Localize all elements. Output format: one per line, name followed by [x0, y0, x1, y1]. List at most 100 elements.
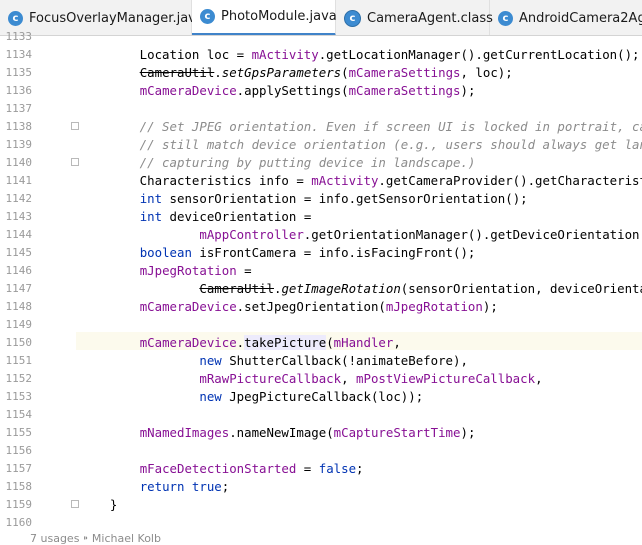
comment-token: // capturing by putting device in landsc… [80, 155, 476, 170]
tab-photomodule[interactable]: c PhotoModule.java × [192, 0, 357, 35]
code-line: mCameraDevice.setJpegOrientation(mJpegRo… [80, 298, 498, 316]
line-number: 1147 [5, 282, 33, 295]
line-number: 1145 [5, 246, 33, 259]
code-token: setGpsParameters [221, 65, 342, 80]
code-line [80, 406, 87, 424]
comment-token: // still match device orientation (e.g.,… [80, 137, 642, 152]
line-number: 1135 [5, 66, 33, 79]
keyword-token: false [318, 461, 357, 476]
keyword-token: boolean [139, 245, 192, 260]
field-token: mCameraSettings [348, 65, 461, 80]
line-number: 1159 [5, 498, 33, 511]
class-icon: c [200, 9, 215, 24]
code-line: mAppController.getOrientationManager().g… [80, 226, 642, 244]
tab-androidcamera2agentimpl[interactable]: c AndroidCamera2AgentImpl [490, 0, 642, 35]
line-number: 1146 [5, 264, 33, 277]
field-token: mActivity [251, 47, 319, 62]
code-token: deviceOrientation = [162, 209, 312, 224]
code-token: .getLocationManager().getCurrentLocation… [318, 47, 640, 62]
usages-inlay-hint[interactable]: 7 usages ⁍ Michael Kolb [30, 532, 161, 545]
fold-marker-icon[interactable] [71, 158, 79, 166]
code-token: . [214, 65, 222, 80]
code-line: boolean isFrontCamera = info.isFacingFro… [80, 244, 476, 262]
code-token: CameraUtil [199, 281, 274, 296]
fold-marker-icon[interactable] [71, 500, 79, 508]
field-token: mAppController [199, 227, 304, 242]
tab-label: AndroidCamera2AgentImpl [519, 10, 642, 26]
tab-cameraagent[interactable]: c CameraAgent.class × [336, 0, 513, 35]
code-line: mNamedImages.nameNewImage(mCaptureStartT… [80, 424, 476, 442]
line-number: 1137 [5, 102, 33, 115]
code-token: ; [356, 461, 364, 476]
line-number: 1138 [5, 120, 33, 133]
field-token: mActivity [311, 173, 379, 188]
code-token: .getCameraProvider().getCharacteristics( [378, 173, 642, 188]
code-line: int sensorOrientation = info.getSensorOr… [80, 190, 528, 208]
line-number: 1144 [5, 228, 33, 241]
editor-tab-bar: c FocusOverlayManager.java × c PhotoModu… [0, 0, 642, 36]
code-token: } [80, 497, 118, 512]
fold-marker-icon[interactable] [71, 122, 79, 130]
line-number: 1156 [5, 444, 33, 457]
code-token: sensorOrientation = info.getSensorOrient… [162, 191, 528, 206]
keyword-token: int [139, 209, 163, 224]
code-token: (sensorOrientation, deviceOrientation [400, 281, 642, 296]
line-number: 1148 [5, 300, 33, 313]
line-number: 1139 [5, 138, 33, 151]
line-number: 1153 [5, 390, 33, 403]
keyword-token: true [191, 479, 222, 494]
code-token: ); [460, 425, 476, 440]
line-number: 1136 [5, 84, 33, 97]
line-number-gutter[interactable]: 1133 1134 1135 1136 1137 1138 1139 1140 1141 1142… [0, 30, 76, 544]
code-line [80, 100, 87, 118]
field-token: mFaceDetectionStarted [139, 461, 297, 476]
code-line: Location loc = mActivity.getLocationMana… [80, 46, 640, 64]
field-token: mJpegRotation [385, 299, 483, 314]
class-icon: c [498, 10, 513, 26]
code-line [80, 442, 87, 460]
line-number: 1133 [5, 30, 33, 43]
code-line: mJpegRotation = [80, 262, 252, 280]
code-token: getImageRotation [281, 281, 401, 296]
line-number: 1151 [5, 354, 33, 367]
line-number: 1142 [5, 192, 33, 205]
code-editor[interactable]: Location loc = mActivity.getLocationMana… [80, 36, 642, 544]
code-token: = [296, 461, 319, 476]
line-number: 1160 [5, 516, 33, 529]
keyword-token: return [139, 479, 185, 494]
code-token: Location loc = [80, 47, 252, 62]
field-token: mCameraDevice [139, 83, 237, 98]
code-token: .nameNewImage( [229, 425, 334, 440]
line-number: 1157 [5, 462, 33, 475]
code-line: mCameraDevice.takePicture(mHandler, [80, 334, 401, 352]
code-token: .applySettings( [236, 83, 349, 98]
code-line: // Set JPEG orientation. Even if screen … [80, 118, 642, 136]
code-token: takePicture [244, 335, 327, 350]
line-number: 1141 [5, 174, 33, 187]
code-token: = [236, 263, 252, 278]
line-number: 1149 [5, 318, 33, 331]
line-number: 1143 [5, 210, 33, 223]
code-line: } [80, 496, 117, 514]
code-token: ); [460, 83, 476, 98]
line-number: 1150 [5, 336, 33, 349]
code-token: Characteristics info = [80, 173, 312, 188]
code-token: isFrontCamera = info.isFacingFront(); [191, 245, 476, 260]
line-number: 1152 [5, 372, 33, 385]
